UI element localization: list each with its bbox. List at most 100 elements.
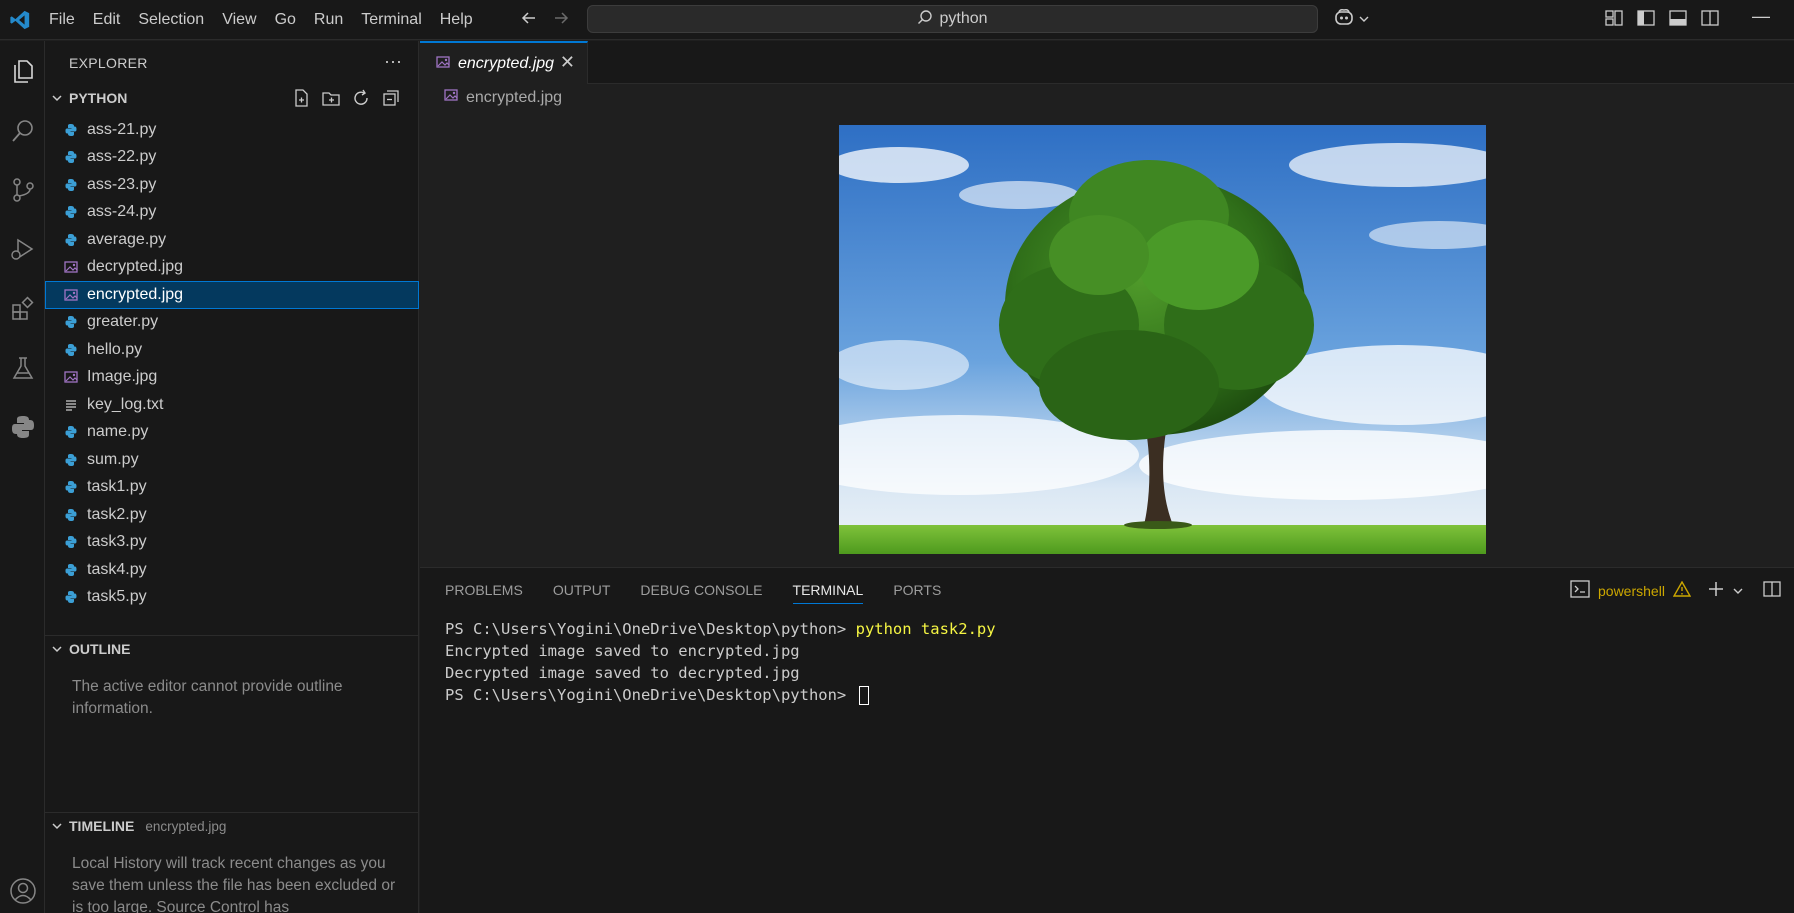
terminal-command: python task2.py	[855, 620, 996, 638]
outline-title: OUTLINE	[69, 641, 131, 657]
image-file-icon	[444, 88, 458, 107]
new-folder-icon[interactable]	[321, 88, 341, 111]
account-icon[interactable]	[0, 869, 45, 913]
terminal-output[interactable]: PS C:\Users\Yogini\OneDrive\Desktop\pyth…	[445, 618, 996, 706]
text-file-icon	[64, 398, 87, 412]
add-terminal-icon[interactable]	[1707, 580, 1725, 601]
editor-tab-bar: encrypted.jpg ✕	[420, 41, 1794, 84]
python-file-icon	[64, 343, 87, 357]
image-file-icon	[436, 55, 450, 73]
menu-selection[interactable]: Selection	[129, 0, 213, 40]
chevron-down-icon	[45, 92, 69, 104]
file-row[interactable]: task5.py	[45, 584, 419, 612]
image-preview	[839, 125, 1486, 554]
terminal-line: Encrypted image saved to encrypted.jpg	[445, 642, 800, 660]
customize-layout-icon[interactable]	[1604, 8, 1624, 32]
file-row[interactable]: greater.py	[45, 309, 419, 337]
source-control-icon[interactable]	[0, 168, 45, 212]
search-icon	[917, 9, 933, 30]
file-row[interactable]: task1.py	[45, 474, 419, 502]
refresh-icon[interactable]	[351, 88, 371, 111]
tab-ports[interactable]: PORTS	[893, 582, 941, 604]
toggle-secondary-sidebar-icon[interactable]	[1700, 8, 1720, 32]
file-row[interactable]: average.py	[45, 226, 419, 254]
file-name: task1.py	[87, 478, 147, 496]
panel-tabs: PROBLEMS OUTPUT DEBUG CONSOLE TERMINAL P…	[445, 582, 941, 604]
chevron-down-icon[interactable]	[1733, 583, 1743, 599]
chevron-down-icon	[45, 643, 69, 655]
outline-section-header[interactable]: OUTLINE	[45, 637, 419, 661]
folder-name: PYTHON	[69, 90, 128, 106]
explorer-title: EXPLORER	[69, 55, 148, 71]
tab-encrypted-jpg[interactable]: encrypted.jpg ✕	[420, 41, 588, 84]
python-file-icon	[64, 453, 87, 467]
menu-edit[interactable]: Edit	[84, 0, 130, 40]
terminal-prompt: PS C:\Users\Yogini\OneDrive\Desktop\pyth…	[445, 620, 856, 638]
folder-section-header[interactable]: PYTHON	[45, 86, 419, 110]
file-row[interactable]: ass-22.py	[45, 144, 419, 172]
menu-view[interactable]: View	[213, 0, 265, 40]
back-arrow-icon[interactable]	[520, 9, 538, 31]
run-debug-icon[interactable]	[0, 227, 45, 271]
menu-file[interactable]: File	[40, 0, 84, 40]
image-file-icon	[64, 260, 87, 274]
python-file-icon	[64, 315, 87, 329]
file-name: hello.py	[87, 340, 143, 358]
file-row[interactable]: Image.jpg	[45, 364, 419, 392]
terminal-prompt: PS C:\Users\Yogini\OneDrive\Desktop\pyth…	[445, 686, 856, 704]
warning-icon[interactable]	[1672, 580, 1692, 600]
toggle-primary-sidebar-icon[interactable]	[1636, 8, 1656, 32]
copilot-button[interactable]	[1333, 8, 1369, 30]
timeline-section-header[interactable]: TIMELINE encrypted.jpg	[45, 814, 419, 838]
search-sidebar-icon[interactable]	[0, 109, 45, 153]
tab-terminal[interactable]: TERMINAL	[792, 582, 864, 604]
split-terminal-icon[interactable]	[1763, 580, 1781, 601]
python-icon[interactable]	[0, 405, 45, 449]
menu-go[interactable]: Go	[266, 0, 305, 40]
file-name: task3.py	[87, 533, 147, 551]
file-name: ass-22.py	[87, 148, 157, 166]
menu-terminal[interactable]: Terminal	[352, 0, 430, 40]
file-name: decrypted.jpg	[87, 258, 184, 276]
file-row[interactable]: name.py	[45, 419, 419, 447]
tab-output[interactable]: OUTPUT	[553, 582, 611, 604]
new-file-icon[interactable]	[291, 88, 311, 111]
terminal-cursor	[858, 686, 869, 705]
file-row[interactable]: task3.py	[45, 529, 419, 557]
extensions-icon[interactable]	[0, 287, 45, 331]
explorer-icon[interactable]	[0, 49, 45, 93]
python-file-icon	[64, 508, 87, 522]
file-name: greater.py	[87, 313, 159, 331]
file-row[interactable]: task2.py	[45, 501, 419, 529]
testing-icon[interactable]	[0, 346, 45, 390]
file-name: task5.py	[87, 588, 147, 606]
menu-run[interactable]: Run	[305, 0, 352, 40]
collapse-all-icon[interactable]	[381, 88, 401, 111]
python-file-icon	[64, 590, 87, 604]
forward-arrow-icon[interactable]	[552, 9, 570, 31]
file-row[interactable]: key_log.txt	[45, 391, 419, 419]
close-icon[interactable]: ✕	[560, 52, 575, 73]
file-name: average.py	[87, 230, 167, 248]
breadcrumb[interactable]: encrypted.jpg	[444, 88, 562, 107]
shell-name[interactable]: powershell	[1598, 583, 1665, 599]
file-row[interactable]: sum.py	[45, 446, 419, 474]
vscode-logo-icon	[0, 0, 40, 40]
file-row[interactable]: ass-21.py	[45, 116, 419, 144]
python-file-icon	[64, 233, 87, 247]
minimize-window-icon[interactable]: —	[1752, 6, 1770, 27]
file-row[interactable]: ass-23.py	[45, 171, 419, 199]
file-row-selected[interactable]: encrypted.jpg	[45, 281, 419, 309]
toggle-panel-icon[interactable]	[1668, 8, 1688, 32]
tab-problems[interactable]: PROBLEMS	[445, 582, 523, 604]
more-actions-icon[interactable]: ···	[384, 51, 402, 72]
file-name: task4.py	[87, 560, 147, 578]
file-row[interactable]: ass-24.py	[45, 199, 419, 227]
tab-debug-console[interactable]: DEBUG CONSOLE	[640, 582, 762, 604]
command-center-search[interactable]: python	[587, 5, 1318, 33]
file-row[interactable]: hello.py	[45, 336, 419, 364]
python-file-icon	[64, 480, 87, 494]
menu-help[interactable]: Help	[431, 0, 482, 40]
file-row[interactable]: task4.py	[45, 556, 419, 584]
file-row[interactable]: decrypted.jpg	[45, 254, 419, 282]
